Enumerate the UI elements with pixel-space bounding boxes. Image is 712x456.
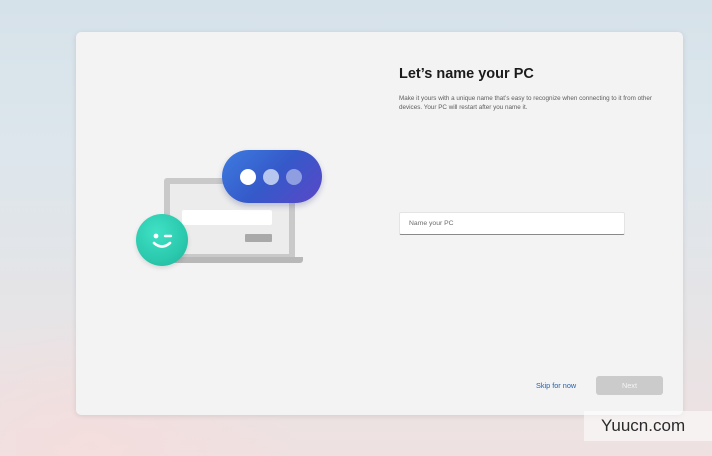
next-button[interactable]: Next xyxy=(596,376,663,395)
winking-smiley-icon xyxy=(136,214,188,266)
laptop-button-graphic xyxy=(245,234,272,242)
smiley-face-glyph xyxy=(152,233,173,248)
page-title: Let’s name your PC xyxy=(399,66,534,82)
chat-bubble-icon xyxy=(222,150,322,203)
page-description: Make it yours with a unique name that’s … xyxy=(399,95,652,111)
name-pc-illustration xyxy=(134,150,324,270)
oobe-dialog: Let’s name your PC Make it yours with a … xyxy=(76,32,683,415)
bubble-dot xyxy=(263,169,279,185)
skip-for-now-link[interactable]: Skip for now xyxy=(536,381,576,390)
laptop-text-field-graphic xyxy=(182,210,272,225)
desktop-background: Let’s name your PC Make it yours with a … xyxy=(0,0,712,456)
bubble-dot xyxy=(240,169,256,185)
pc-name-input[interactable] xyxy=(399,212,625,235)
bubble-dot xyxy=(286,169,302,185)
watermark-text: Yuucn.com xyxy=(601,416,686,435)
